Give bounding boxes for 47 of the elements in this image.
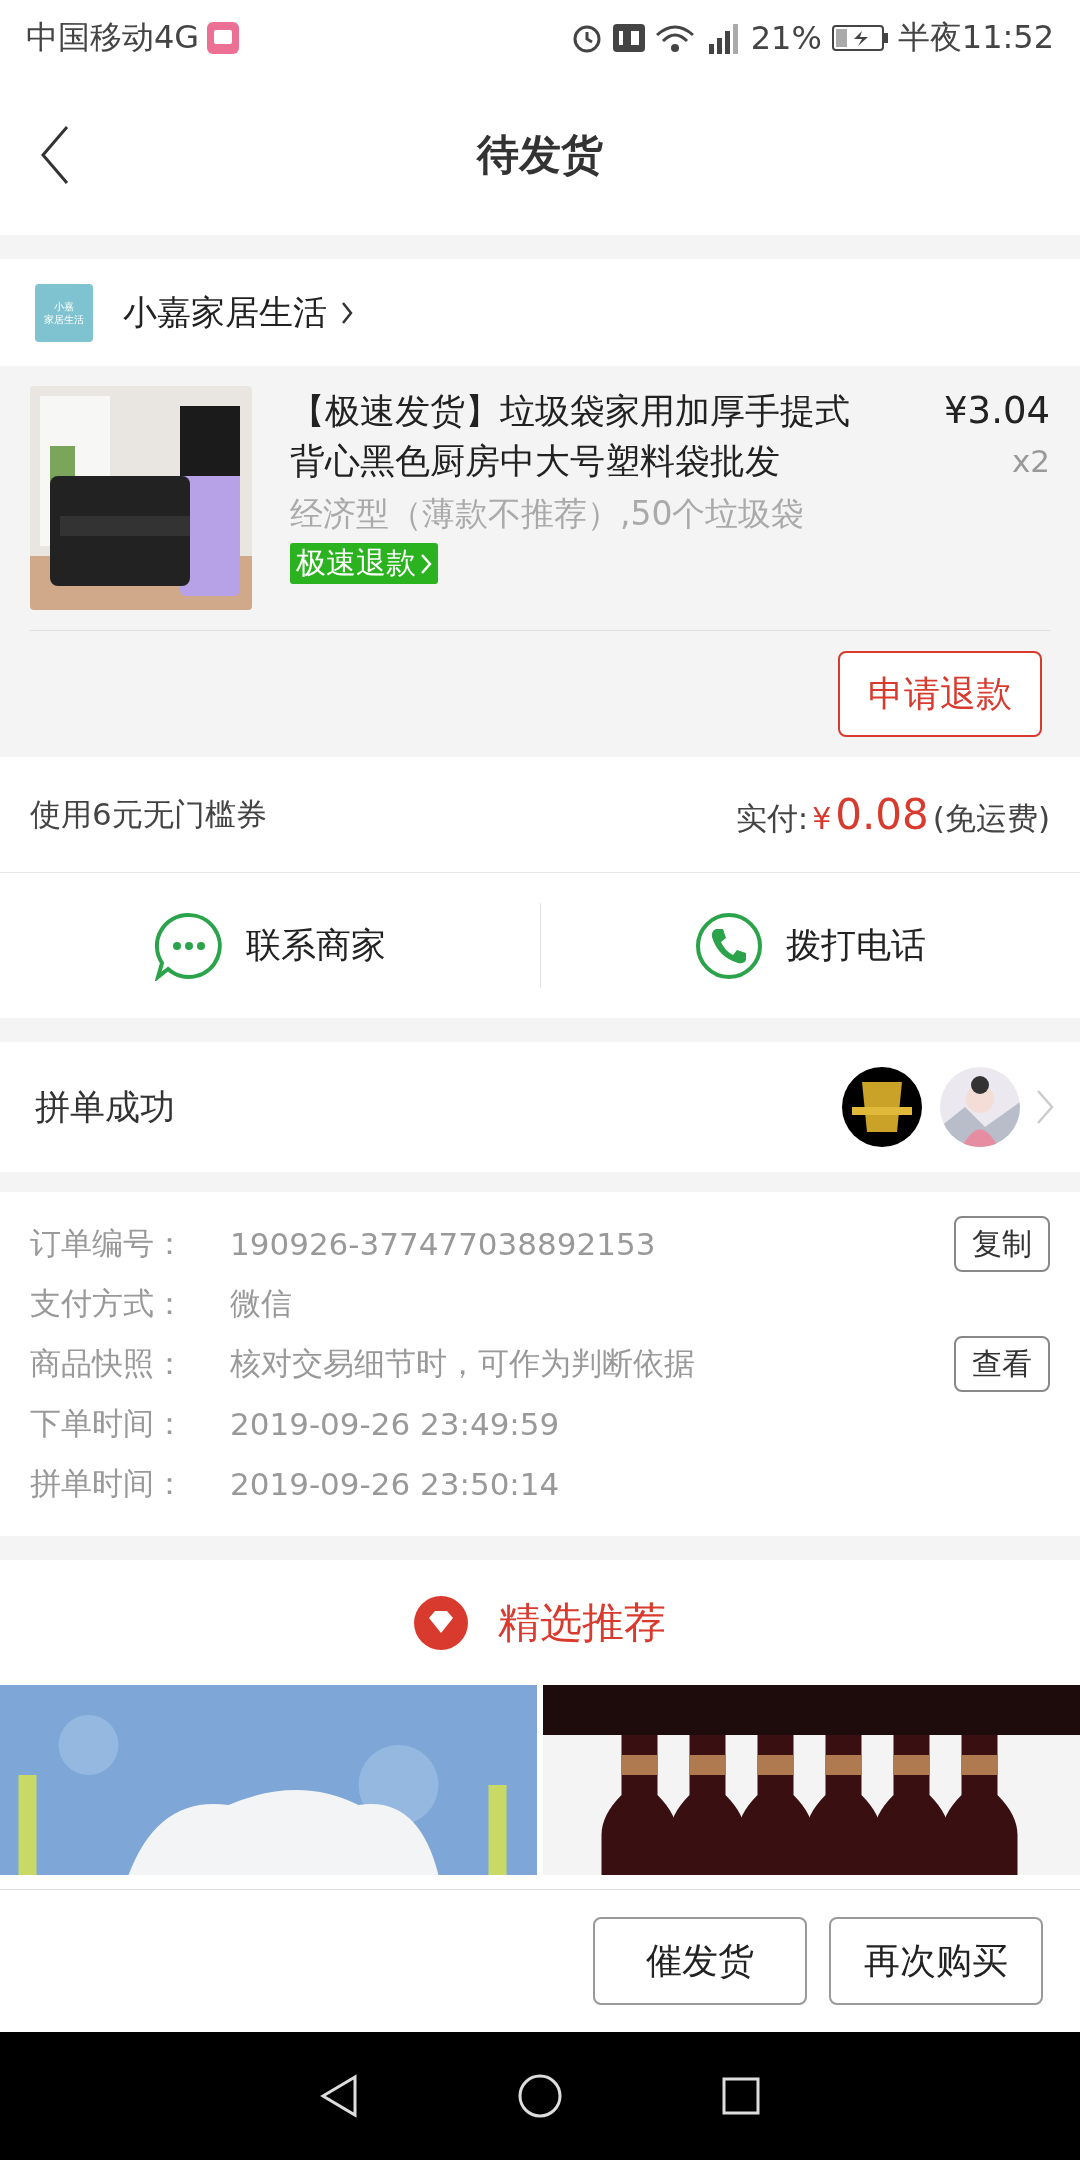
contact-label[interactable]: 拨打电话 <box>786 922 927 969</box>
info-label: 支付方式： <box>30 1284 186 1323</box>
battery-icon <box>831 23 888 52</box>
phone-icon[interactable] <box>694 910 765 981</box>
contact-label[interactable]: 联系商家 <box>245 922 386 969</box>
refund-button[interactable]: 申请退款 <box>838 651 1042 737</box>
product-price: ¥3.04 <box>944 388 1050 434</box>
info-label: 订单编号： <box>30 1224 186 1263</box>
paid-amount: 0.08 <box>835 789 929 839</box>
info-value: 2019-09-26 23:49:59 <box>230 1406 561 1442</box>
product-title: 【极速发货】垃圾袋家用加厚手提式背心黑色厨房中大号塑料袋批发 <box>290 390 851 483</box>
info-button[interactable]: 查看 <box>954 1336 1050 1392</box>
coupon-text: 使用6元无门槛券 <box>30 794 267 834</box>
shipping-note: (免运费) <box>932 798 1050 838</box>
wifi-icon <box>654 22 695 53</box>
product-spec: 经济型（薄款不推荐）,50个垃圾袋 <box>290 493 806 535</box>
info-value: 190926-377477038892153 <box>230 1226 657 1262</box>
clock-time: 半夜11:52 <box>897 16 1054 58</box>
currency-sign: ¥ <box>812 800 832 836</box>
info-button[interactable]: 复制 <box>954 1216 1050 1272</box>
page-title: 待发货 <box>477 129 603 181</box>
action-button[interactable]: 再次购买 <box>829 1917 1043 2005</box>
battery-percent: 21% <box>750 18 822 57</box>
carrier-name: 中国移动4G <box>26 16 200 58</box>
back-icon[interactable] <box>40 125 70 185</box>
action-button[interactable]: 催发货 <box>593 1917 807 2005</box>
shop-name[interactable]: 小嘉家居生活 <box>123 289 327 336</box>
group-status: 拼单成功 <box>35 1085 176 1129</box>
info-label: 拼单时间： <box>30 1464 186 1503</box>
logo-text: 家居生活 <box>44 312 84 326</box>
chevron-icon <box>341 300 353 325</box>
home-icon[interactable] <box>517 2073 563 2119</box>
section-title: 精选推荐 <box>498 1596 666 1649</box>
recents-icon[interactable] <box>721 2076 761 2116</box>
back-icon[interactable] <box>319 2074 359 2118</box>
chat-icon[interactable] <box>153 910 224 981</box>
info-label: 商品快照： <box>30 1344 186 1383</box>
info-label: 下单时间： <box>30 1404 186 1443</box>
logo-text: 小嘉 <box>54 299 74 313</box>
app-icon <box>207 21 240 54</box>
paid-label: 实付: <box>735 798 809 838</box>
info-value: 2019-09-26 23:50:14 <box>230 1466 561 1502</box>
chevron-icon <box>420 552 432 575</box>
chevron-icon <box>1036 1089 1054 1125</box>
info-value: 核对交易细节时，可作为判断依据 <box>230 1344 696 1383</box>
product-quantity: x2 <box>1011 442 1050 481</box>
info-value: 微信 <box>230 1284 293 1323</box>
